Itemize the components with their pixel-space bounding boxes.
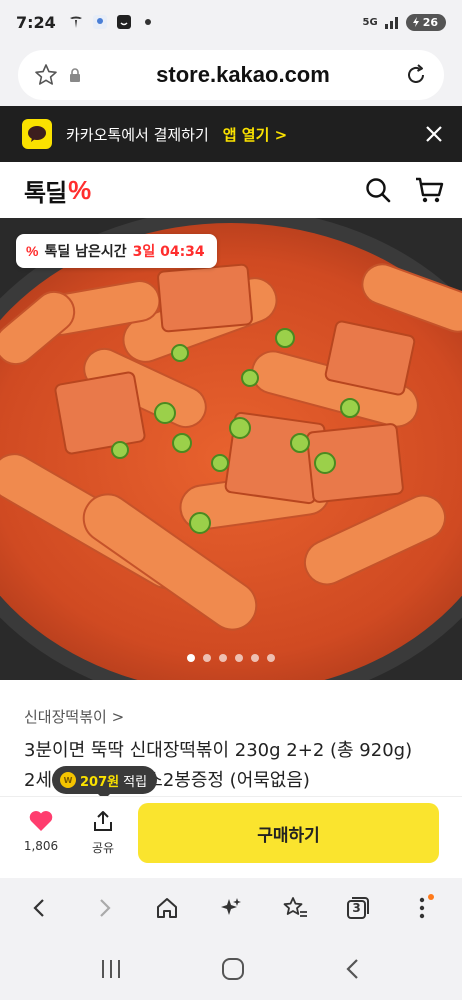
like-button[interactable]: 1,806 [20, 809, 62, 853]
tesla-icon [68, 14, 84, 30]
site-header: 톡딜 % [0, 162, 462, 218]
carousel-indicators [0, 654, 462, 662]
share-icon [94, 811, 112, 831]
recent-apps-icon [102, 960, 120, 978]
charging-bolt-icon [412, 17, 419, 27]
battery-level: 26 [422, 15, 438, 29]
recent-apps-button[interactable] [99, 958, 123, 980]
ai-assistant-button[interactable] [209, 886, 253, 930]
kakaotalk-logo-icon [22, 119, 52, 149]
browser-address-area: store.kakao.com [0, 44, 462, 106]
android-navigation-bar [0, 938, 462, 1000]
app-notification-icon [92, 14, 108, 30]
more-notifications-dot-icon [140, 14, 156, 30]
timer-value: 3일 04:34 [132, 244, 205, 260]
tab-count: 3 [352, 901, 361, 915]
more-vertical-icon [419, 897, 425, 919]
open-app-link[interactable]: 앱 열기 > [223, 124, 287, 145]
bookmarks-button[interactable] [273, 886, 317, 930]
smile-app-icon [116, 14, 132, 30]
reload-icon[interactable] [404, 63, 428, 87]
share-button[interactable]: 공유 [82, 809, 124, 856]
carousel-dot[interactable] [251, 654, 259, 662]
brand-logo[interactable]: 톡딜 % [24, 173, 91, 208]
cart-icon[interactable] [414, 176, 444, 204]
status-bar: 7:24 5G 26 [0, 0, 462, 44]
signal-icon [384, 14, 400, 30]
status-right: 5G 26 [362, 13, 446, 31]
carousel-dot[interactable] [267, 654, 275, 662]
close-icon [426, 126, 442, 142]
home-button[interactable] [145, 886, 189, 930]
address-bar[interactable]: store.kakao.com [18, 50, 444, 100]
deal-percent-icon: % [26, 243, 39, 259]
reward-points-tooltip: W 207원 적립 [52, 766, 158, 800]
store-category-link[interactable]: 신대장떡볶이 > [24, 706, 124, 727]
bookmark-star-icon[interactable] [34, 63, 58, 87]
lock-icon [68, 67, 82, 83]
menu-button[interactable] [400, 886, 444, 930]
header-actions [364, 176, 444, 204]
category-label: 신대장떡볶이 > [24, 708, 125, 726]
browser-toolbar: 3 [0, 878, 462, 938]
network-type: 5G [362, 16, 378, 28]
reward-suffix: 적립 [123, 774, 148, 790]
forward-button[interactable] [82, 886, 126, 930]
kakao-open-app-banner[interactable]: 카카오톡에서 결제하기 앱 열기 > [0, 106, 462, 162]
carousel-dot[interactable] [187, 654, 195, 662]
battery-indicator: 26 [405, 13, 446, 31]
product-title-line1: 3분이면 뚝딱 신대장떡볶이 230g 2+2 (총 920g) [24, 740, 413, 761]
brand-text: 톡딜 [24, 178, 67, 207]
heart-icon [29, 811, 53, 831]
share-label: 공유 [91, 841, 115, 855]
deal-timer-badge: % 톡딜 남은시간 3일 04:34 [16, 234, 217, 268]
tabs-button[interactable]: 3 [336, 886, 380, 930]
back-button[interactable] [18, 886, 62, 930]
like-count: 1,806 [23, 839, 59, 853]
kakao-banner-text: 카카오톡에서 결제하기 [66, 125, 209, 144]
star-list-icon [283, 897, 307, 917]
tteokbokki-photo [0, 218, 462, 680]
home-circle-icon [222, 958, 244, 980]
buy-button[interactable]: 구매하기 [138, 803, 439, 863]
sparkle-icon [220, 898, 241, 915]
product-image-carousel[interactable]: % 톡딜 남은시간 3일 04:34 [0, 218, 462, 680]
status-notification-icons [68, 14, 156, 30]
chevron-right-icon [99, 899, 111, 917]
home-icon [157, 898, 178, 918]
menu-notification-dot [428, 894, 435, 900]
carousel-dot[interactable] [235, 654, 243, 662]
back-nav-button[interactable] [343, 958, 363, 980]
home-nav-button[interactable] [221, 957, 245, 981]
back-chevron-icon [346, 959, 358, 979]
status-time: 7:24 [16, 12, 56, 32]
brand-percent-mark: % [68, 174, 92, 205]
carousel-dot[interactable] [219, 654, 227, 662]
close-banner-button[interactable] [422, 122, 446, 146]
purchase-bar: 1,806 공유 구매하기 [0, 796, 462, 878]
coin-icon: W [60, 772, 76, 788]
search-icon[interactable] [364, 176, 392, 204]
timer-label: 톡딜 남은시간 [44, 244, 127, 260]
carousel-dot[interactable] [203, 654, 211, 662]
chevron-left-icon [33, 899, 44, 917]
reward-amount: 207원 [80, 774, 120, 790]
url-text[interactable]: store.kakao.com [82, 62, 404, 88]
